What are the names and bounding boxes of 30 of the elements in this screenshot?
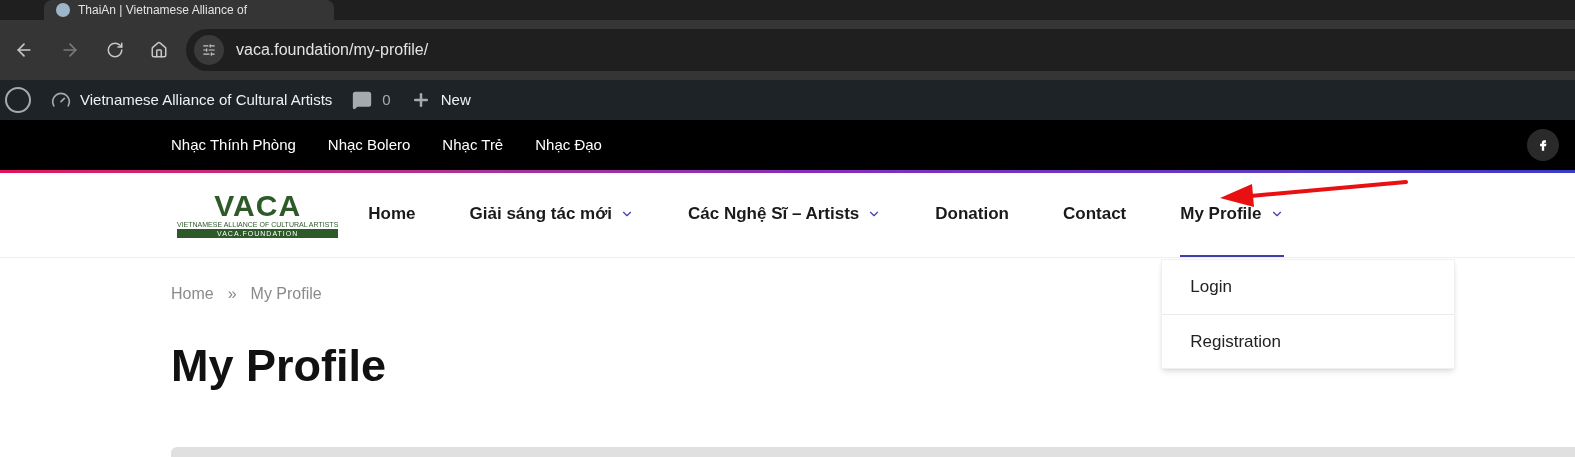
top-bar-link[interactable]: Nhạc Trẻ: [442, 133, 504, 157]
tab-title: ThaiAn | Vietnamese Alliance of: [78, 2, 247, 19]
page-title: My Profile: [171, 339, 387, 393]
browser-tab[interactable]: ThaiAn | Vietnamese Alliance of: [44, 0, 334, 20]
top-bar-link[interactable]: Nhạc Bolero: [327, 133, 411, 157]
nav-link[interactable]: Contact: [1063, 173, 1127, 257]
site-settings-icon[interactable]: [194, 35, 224, 65]
address-bar[interactable]: vaca.foundation/my-profile/: [186, 29, 1575, 71]
comments-icon[interactable]: [352, 90, 373, 110]
breadcrumb-separator: »: [227, 284, 237, 304]
nav-link[interactable]: Home: [368, 173, 416, 257]
top-bar-link[interactable]: Nhạc Thính Phòng: [171, 133, 296, 157]
breadcrumb-link[interactable]: My Profile: [250, 282, 322, 306]
url-text: vaca.foundation/my-profile/: [236, 40, 429, 60]
nav-link[interactable]: Donation: [935, 173, 1009, 257]
logo-wordmark: VACA: [214, 192, 302, 220]
comment-count: 0: [382, 89, 391, 110]
new-link[interactable]: New: [440, 88, 471, 112]
favicon-icon: [56, 3, 70, 17]
dropdown-item[interactable]: Registration: [1162, 313, 1455, 368]
dropdown-item[interactable]: Login: [1162, 260, 1455, 314]
facebook-icon[interactable]: [1527, 129, 1559, 161]
home-icon[interactable]: [150, 41, 168, 59]
top-bar-link[interactable]: Nhạc Đạo: [535, 133, 602, 157]
nav-link[interactable]: Giải sáng tác mới: [469, 173, 634, 257]
dashboard-icon: [51, 90, 71, 110]
site-name-link[interactable]: Vietnamese Alliance of Cultural Artists: [80, 88, 333, 112]
nav-link[interactable]: Các Nghệ Sĩ – Artists: [688, 173, 882, 257]
reload-icon[interactable]: [106, 41, 124, 59]
breadcrumb-link[interactable]: Home: [171, 282, 214, 306]
